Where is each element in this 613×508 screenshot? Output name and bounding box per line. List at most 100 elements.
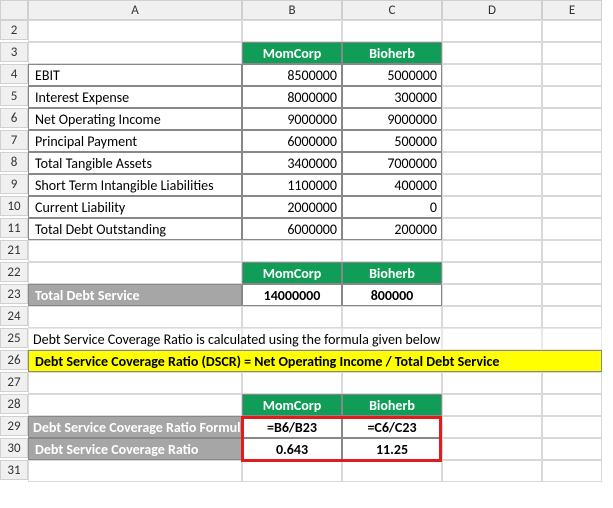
cell[interactable] <box>542 240 602 262</box>
table2-header-bioherb[interactable]: Bioherb <box>342 262 442 284</box>
cell[interactable] <box>242 372 342 394</box>
cell[interactable] <box>442 240 542 262</box>
cell[interactable] <box>28 240 242 262</box>
cell[interactable] <box>28 372 242 394</box>
data-cell[interactable]: 9000000 <box>342 108 442 130</box>
data-cell[interactable]: 6000000 <box>242 130 342 152</box>
row-label[interactable]: Current Liability <box>28 196 242 218</box>
data-cell[interactable]: 9000000 <box>242 108 342 130</box>
cell[interactable] <box>442 86 542 108</box>
cell[interactable] <box>28 306 242 328</box>
cell[interactable] <box>442 306 542 328</box>
cell[interactable] <box>542 108 602 130</box>
data-cell[interactable]: 5000000 <box>342 64 442 86</box>
dscr-formula-c[interactable]: =C6/C23 <box>342 416 442 438</box>
col-header-c[interactable]: C <box>342 0 442 20</box>
cell[interactable] <box>542 152 602 174</box>
row-header[interactable]: 30 <box>0 438 28 458</box>
row-header[interactable]: 23 <box>0 284 28 304</box>
cell[interactable] <box>442 394 542 416</box>
note-cell[interactable]: Debt Service Coverage Ratio is calculate… <box>28 328 242 350</box>
row-header[interactable]: 24 <box>0 306 28 326</box>
row-header[interactable]: 10 <box>0 196 28 216</box>
table3-header-bioherb[interactable]: Bioherb <box>342 394 442 416</box>
row-label[interactable]: Net Operating Income <box>28 108 242 130</box>
cell[interactable] <box>442 42 542 64</box>
cell[interactable] <box>442 64 542 86</box>
row-header[interactable]: 11 <box>0 218 28 238</box>
dscr-formula-b[interactable]: =B6/B23 <box>242 416 342 438</box>
cell[interactable] <box>542 394 602 416</box>
row-header[interactable]: 5 <box>0 86 28 106</box>
row-header[interactable]: 27 <box>0 372 28 392</box>
row-header[interactable]: 3 <box>0 42 28 62</box>
col-header-d[interactable]: D <box>442 0 542 20</box>
cell[interactable] <box>242 306 342 328</box>
cell[interactable] <box>542 328 602 350</box>
row-header[interactable]: 6 <box>0 108 28 128</box>
cell[interactable] <box>342 306 442 328</box>
row-label[interactable]: Principal Payment <box>28 130 242 152</box>
data-cell[interactable]: 8500000 <box>242 64 342 86</box>
cell[interactable] <box>442 460 542 482</box>
data-cell[interactable]: 300000 <box>342 86 442 108</box>
cell[interactable] <box>442 152 542 174</box>
data-cell[interactable]: 400000 <box>342 174 442 196</box>
row-label[interactable]: Total Debt Outstanding <box>28 218 242 240</box>
row-header[interactable]: 29 <box>0 416 28 436</box>
row-header[interactable]: 28 <box>0 394 28 414</box>
cell[interactable] <box>242 460 342 482</box>
data-cell[interactable]: 0 <box>342 196 442 218</box>
total-debt-service-label[interactable]: Total Debt Service <box>28 284 242 306</box>
cell[interactable] <box>542 174 602 196</box>
cell[interactable] <box>542 64 602 86</box>
cell[interactable] <box>442 196 542 218</box>
cell[interactable] <box>542 438 602 460</box>
cell[interactable] <box>442 372 542 394</box>
dscr-result-c[interactable]: 11.25 <box>342 438 442 460</box>
cell[interactable] <box>28 460 242 482</box>
table2-header-momcorp[interactable]: MomCorp <box>242 262 342 284</box>
cell[interactable] <box>442 262 542 284</box>
data-cell[interactable]: 2000000 <box>242 196 342 218</box>
cell[interactable] <box>28 20 242 42</box>
row-header[interactable]: 2 <box>0 20 28 40</box>
cell[interactable] <box>542 460 602 482</box>
cell[interactable] <box>542 42 602 64</box>
row-header[interactable]: 21 <box>0 240 28 260</box>
data-cell[interactable]: 500000 <box>342 130 442 152</box>
cell[interactable] <box>242 240 342 262</box>
cell[interactable] <box>442 416 542 438</box>
table1-header-momcorp[interactable]: MomCorp <box>242 42 342 64</box>
row-header[interactable]: 26 <box>0 350 28 370</box>
cell[interactable] <box>542 306 602 328</box>
cell[interactable] <box>342 240 442 262</box>
cell[interactable] <box>442 328 542 350</box>
cell[interactable] <box>542 196 602 218</box>
cell[interactable] <box>442 20 542 42</box>
col-header-a[interactable]: A <box>28 0 242 20</box>
row-header[interactable]: 8 <box>0 152 28 172</box>
data-cell[interactable]: 7000000 <box>342 152 442 174</box>
cell[interactable] <box>242 20 342 42</box>
row-label[interactable]: Total Tangible Assets <box>28 152 242 174</box>
cell[interactable] <box>542 20 602 42</box>
cell[interactable] <box>28 262 242 284</box>
col-header-e[interactable]: E <box>542 0 602 20</box>
table3-header-momcorp[interactable]: MomCorp <box>242 394 342 416</box>
cell[interactable] <box>542 284 602 306</box>
data-cell[interactable]: 8000000 <box>242 86 342 108</box>
dscr-result-label[interactable]: Debt Service Coverage Ratio <box>28 438 242 460</box>
cell[interactable] <box>542 130 602 152</box>
col-header-b[interactable]: B <box>242 0 342 20</box>
cell[interactable] <box>442 218 542 240</box>
row-header[interactable]: 31 <box>0 460 28 480</box>
cell[interactable] <box>542 262 602 284</box>
table1-header-bioherb[interactable]: Bioherb <box>342 42 442 64</box>
cell[interactable] <box>28 42 242 64</box>
row-label[interactable]: Interest Expense <box>28 86 242 108</box>
cell[interactable] <box>442 130 542 152</box>
cell[interactable] <box>342 20 442 42</box>
data-cell[interactable]: 3400000 <box>242 152 342 174</box>
cell[interactable] <box>542 416 602 438</box>
